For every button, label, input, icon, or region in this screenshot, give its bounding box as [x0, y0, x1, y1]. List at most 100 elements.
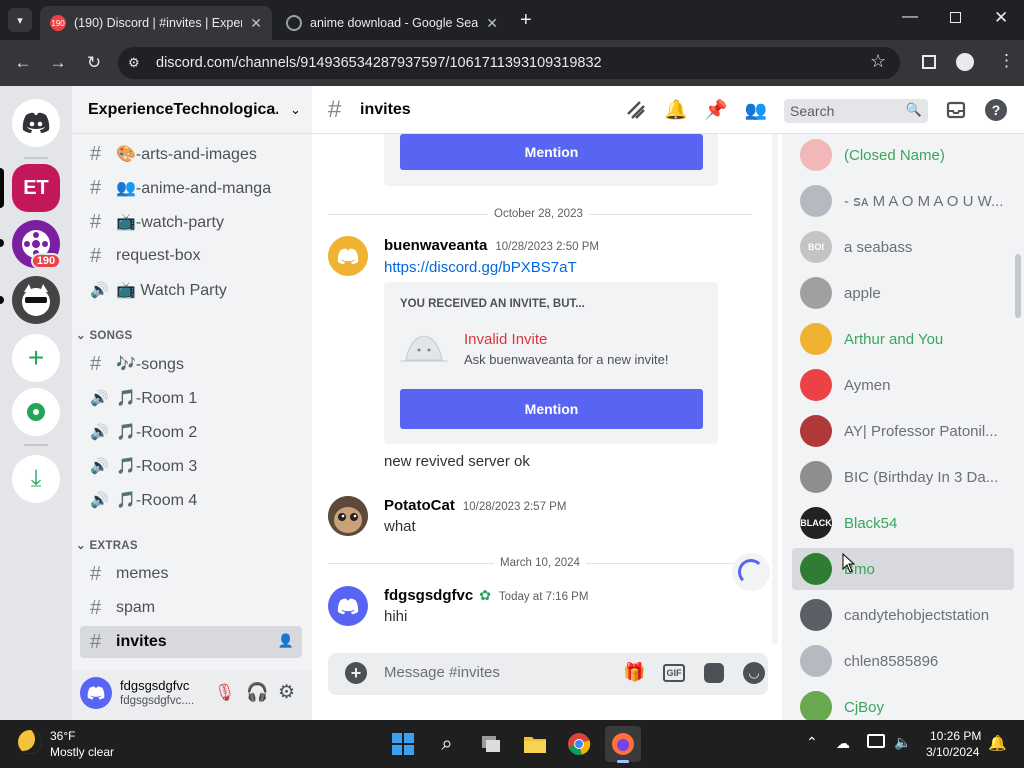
mute-mic-icon[interactable]: 🎙: [214, 683, 236, 703]
member-list-scrollbar[interactable]: [1015, 254, 1021, 318]
sticker-icon[interactable]: [704, 663, 724, 683]
reload-icon[interactable]: ↻: [83, 52, 105, 74]
download-apps-icon[interactable]: ⤓: [12, 455, 60, 503]
avatar[interactable]: [328, 586, 368, 626]
taskbar-search-icon[interactable]: ⌕: [429, 726, 465, 762]
member-list-item[interactable]: Aymen: [792, 364, 1014, 406]
member-list-item[interactable]: BLACK Black54: [792, 502, 1014, 544]
notification-bell-icon[interactable]: 🔔: [664, 98, 688, 122]
profile-icon[interactable]: [956, 53, 974, 71]
member-list-item[interactable]: (Closed Name): [792, 134, 1014, 176]
voice-channel-room-4[interactable]: 🔊 🎵-Room 4: [80, 484, 302, 516]
member-list-item[interactable]: BOI a seabass: [792, 226, 1014, 268]
message-author[interactable]: buenwaveanta: [384, 237, 487, 254]
guild-cat[interactable]: [12, 276, 60, 324]
restore-icon[interactable]: [950, 12, 961, 23]
channel-invites[interactable]: # invites 👤: [80, 626, 302, 658]
pin-icon[interactable]: 📌: [704, 98, 728, 122]
bookmark-star-icon[interactable]: ☆: [870, 51, 886, 72]
new-tab-icon[interactable]: +: [520, 9, 532, 32]
tab-discord[interactable]: 190 (190) Discord | #invites | Experie ✕: [40, 6, 272, 40]
voice-channel-watch-party[interactable]: 🔊 📺 Watch Party: [80, 274, 302, 306]
more-menu-icon[interactable]: ⋮: [998, 51, 1015, 71]
message-author[interactable]: fdgsgsdgfvc: [384, 587, 473, 604]
user-avatar[interactable]: [80, 677, 112, 709]
tab-google[interactable]: anime download - Google Sear ✕: [276, 6, 508, 40]
inbox-icon[interactable]: [944, 98, 968, 122]
category-songs[interactable]: ⌄ SONGS: [76, 328, 132, 342]
member-name: Aymen: [844, 376, 891, 394]
sidebar-icon[interactable]: [922, 55, 936, 69]
clock-date[interactable]: 3/10/2024: [926, 745, 979, 759]
back-icon[interactable]: ←: [12, 52, 34, 74]
explore-servers-icon[interactable]: [12, 388, 60, 436]
channel-songs[interactable]: # 🎶-songs: [80, 348, 302, 380]
message-author[interactable]: PotatoCat: [384, 497, 455, 514]
channel-anime-and-manga[interactable]: # 👥-anime-and-manga: [80, 172, 302, 204]
member-list-item[interactable]: - ꜱᴀ M A O M A O U W...: [792, 180, 1014, 222]
add-attachment-icon[interactable]: +: [345, 662, 367, 684]
member-list-item[interactable]: apple: [792, 272, 1014, 314]
mention-button[interactable]: Mention: [400, 134, 703, 170]
category-extras[interactable]: ⌄ EXTRAS: [76, 538, 138, 552]
channel-title: invites: [360, 101, 411, 118]
task-view-icon[interactable]: [473, 726, 509, 762]
avatar[interactable]: [328, 236, 368, 276]
close-tab-icon[interactable]: ✕: [250, 15, 262, 32]
member-list-item[interactable]: Arthur and You: [792, 318, 1014, 360]
display-icon[interactable]: [867, 734, 885, 748]
notification-icon[interactable]: 🔔: [988, 734, 1007, 752]
server-header[interactable]: ExperienceTechnologica... ⌄: [72, 86, 312, 134]
forward-icon[interactable]: →: [47, 52, 69, 74]
show-hidden-icons-icon[interactable]: ⌃: [806, 734, 818, 751]
member-list-icon[interactable]: 👥: [744, 98, 768, 122]
channel-spam[interactable]: # spam: [80, 592, 302, 624]
member-list-item[interactable]: candytehobjectstation: [792, 594, 1014, 636]
chrome-icon[interactable]: [561, 726, 597, 762]
member-list-item[interactable]: BIC (Birthday In 3 Da...: [792, 456, 1014, 498]
message-timestamp: 10/28/2023 2:57 PM: [462, 501, 567, 513]
volume-icon[interactable]: 🔈: [894, 734, 911, 751]
member-list-item[interactable]: Bmo: [792, 548, 1014, 590]
guild-experience-technologica[interactable]: ET: [12, 164, 60, 212]
chat-scrollbar[interactable]: [772, 134, 778, 644]
channel-request-box[interactable]: # request-box: [80, 240, 302, 272]
clock-time[interactable]: 10:26 PM: [930, 729, 981, 743]
headphones-icon[interactable]: 🎧: [246, 682, 268, 703]
message-input[interactable]: Message #invites: [384, 664, 604, 681]
threads-icon[interactable]: [624, 98, 648, 122]
voice-channel-room-3[interactable]: 🔊 🎵-Room 3: [80, 450, 302, 482]
address-bar[interactable]: discord.com/channels/914936534287937597/…: [118, 47, 900, 79]
close-tab-icon[interactable]: ✕: [486, 15, 498, 32]
network-icon[interactable]: ☁: [836, 735, 850, 752]
member-avatar: [800, 185, 832, 217]
invite-member-icon[interactable]: 👤: [278, 633, 294, 649]
channel-watch-party[interactable]: # 📺-watch-party: [80, 206, 302, 238]
voice-channel-room-1[interactable]: 🔊 🎵-Room 1: [80, 382, 302, 414]
emoji-icon[interactable]: ◡: [743, 662, 765, 684]
site-settings-icon[interactable]: ⚙: [128, 55, 140, 71]
close-window-icon[interactable]: ✕: [994, 8, 1008, 28]
avatar[interactable]: [328, 496, 368, 536]
discord-home-icon[interactable]: [12, 99, 60, 147]
member-list-item[interactable]: AY| Professor Patonil...: [792, 410, 1014, 452]
user-settings-gear-icon[interactable]: ⚙: [278, 681, 295, 704]
help-icon[interactable]: ?: [984, 98, 1008, 122]
channel-memes[interactable]: # memes: [80, 558, 302, 590]
member-list-item[interactable]: chlen8585896: [792, 640, 1014, 682]
add-server-icon[interactable]: +: [12, 334, 60, 382]
windows-start-icon[interactable]: [385, 726, 421, 762]
weather-icon[interactable]: [18, 730, 42, 754]
voice-channel-room-2[interactable]: 🔊 🎵-Room 2: [80, 416, 302, 448]
gift-icon[interactable]: 🎁: [623, 662, 645, 683]
invite-link[interactable]: https://discord.gg/bPXBS7aT: [384, 259, 577, 276]
mention-button[interactable]: Mention: [400, 389, 703, 429]
channel-arts-and-images[interactable]: # 🎨-arts-and-images: [80, 138, 302, 170]
file-explorer-icon[interactable]: [517, 726, 553, 762]
invalid-invite-title: Invalid Invite: [464, 331, 548, 348]
tab-search-button[interactable]: ▾: [8, 8, 32, 32]
gif-button[interactable]: GIF: [663, 664, 685, 682]
minimize-icon[interactable]: —: [902, 8, 918, 26]
firefox-icon[interactable]: [605, 726, 641, 762]
search-input[interactable]: Search 🔍: [784, 99, 928, 123]
